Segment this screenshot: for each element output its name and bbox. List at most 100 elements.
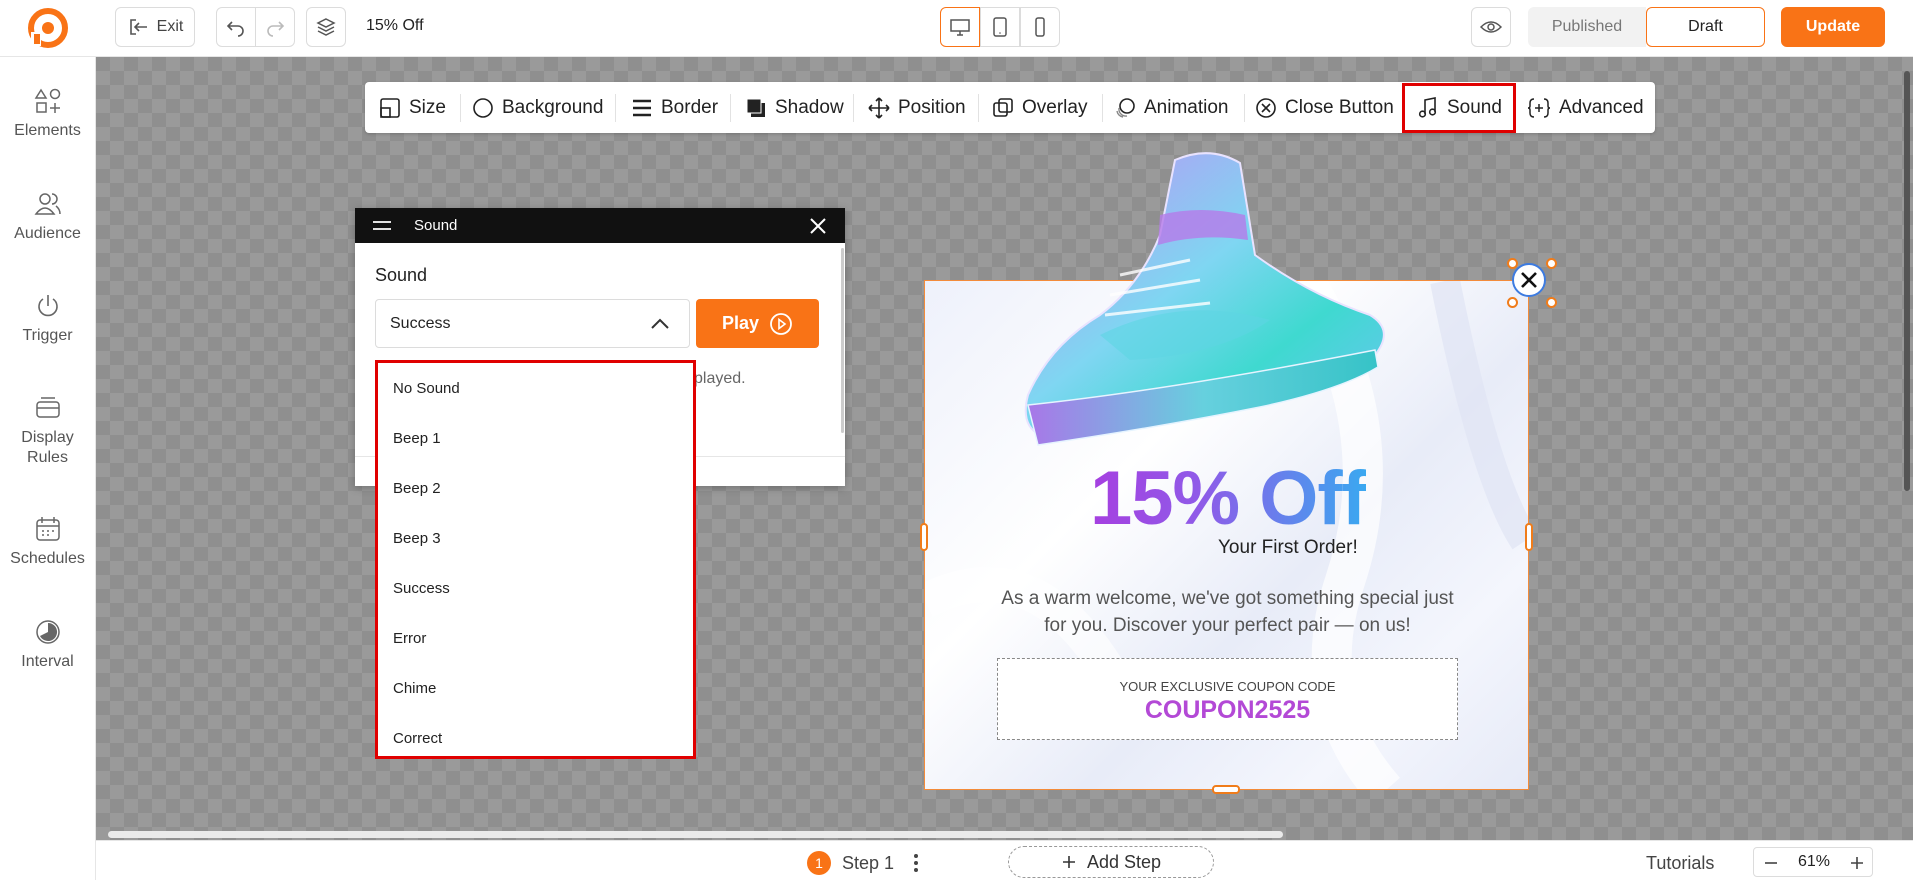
zoom-out-icon[interactable] [1764,856,1778,870]
play-label: Play [721,313,760,333]
sidebar-item-schedules[interactable]: Schedules [0,515,95,569]
play-button[interactable]: Play [696,299,819,348]
toolbar-position[interactable]: Position [868,82,966,133]
sound-option-error[interactable]: Error [393,630,426,647]
toolbar-advanced[interactable]: Advanced [1527,82,1644,133]
toolbar-label: Shadow [775,96,844,118]
tutorials-link[interactable]: Tutorials [1646,853,1714,874]
toolbar-label: Advanced [1559,96,1644,118]
toolbar-animation[interactable]: Animation [1114,82,1229,133]
close-button-circle[interactable] [1512,263,1546,297]
desktop-view-button[interactable] [940,7,980,47]
panel-scrollbar[interactable] [841,248,844,433]
exit-icon [129,19,147,35]
animation-icon [1116,97,1135,118]
sidebar-item-label: Audience [14,225,81,242]
horizontal-scrollbar[interactable] [108,831,1283,838]
sound-option-no-sound[interactable]: No Sound [393,380,460,397]
drag-handle-icon[interactable] [372,218,392,234]
more-vertical-icon[interactable] [912,852,920,874]
toolbar-label: Close Button [1285,96,1394,118]
bottom-bar: 1 Step 1 Add Step Tutorials 61% [96,840,1913,881]
coupon-label: YOUR EXCLUSIVE COUPON CODE [1119,679,1336,694]
toolbar-label: Background [502,96,604,118]
zoom-in-icon[interactable] [1850,856,1864,870]
divider [978,94,979,122]
plus-icon [1062,856,1075,868]
add-step-label: Add Step [1086,851,1162,872]
mobile-view-button[interactable] [1020,7,1060,47]
sidebar-item-display-rules[interactable]: Display Rules [0,394,95,468]
divider [460,94,461,122]
app-logo[interactable] [28,8,68,48]
campaign-name[interactable]: 15% Off [366,17,424,35]
preview-button[interactable] [1471,7,1511,47]
toolbar-label: Sound [1447,97,1502,118]
toolbar-size[interactable]: Size [379,82,446,133]
redo-button[interactable] [255,7,295,47]
sound-select[interactable]: Success [375,299,690,348]
toolbar-close-button[interactable]: Close Button [1255,82,1394,133]
style-toolbar: Size Background Border Shadow Position O… [365,82,1655,133]
overlay-icon [993,97,1013,117]
sidebar-item-interval[interactable]: Interval [0,618,95,672]
toolbar-border[interactable]: Border [631,82,718,133]
close-circle-icon [1256,97,1276,118]
left-sidebar: Elements Audience Trigger Display Rules … [0,57,96,880]
toolbar-background[interactable]: Background [472,82,603,133]
sound-option-chime[interactable]: Chime [393,680,436,697]
divider [1244,94,1245,122]
exit-button[interactable]: Exit [115,7,195,47]
sidebar-item-trigger[interactable]: Trigger [0,292,95,346]
divider [615,94,616,122]
draft-label: Draft [1688,18,1723,35]
sidebar-item-elements[interactable]: Elements [0,87,95,141]
toolbar-sound[interactable]: Sound [1402,83,1516,133]
sound-panel-header[interactable]: Sound [355,208,845,243]
add-step-button[interactable]: Add Step [1008,846,1214,878]
circle-icon [473,97,493,118]
size-icon [380,97,400,118]
popup-headline: 15% Off [1090,456,1367,541]
sidebar-item-audience[interactable]: Audience [0,190,95,244]
sound-option-beep-3[interactable]: Beep 3 [393,530,441,547]
handle-top-right[interactable] [1546,258,1557,269]
published-button[interactable]: Published [1528,7,1646,47]
sound-hint-text: played. [694,370,746,387]
sidebar-item-label: Interval [21,653,74,670]
layers-button[interactable] [306,7,346,47]
divider [730,94,731,122]
sound-option-beep-2[interactable]: Beep 2 [393,480,441,497]
sound-option-success[interactable]: Success [393,580,450,597]
toolbar-overlay[interactable]: Overlay [992,82,1087,133]
resize-handle-bottom[interactable] [1212,785,1240,794]
chevron-up-icon [651,318,669,329]
sidebar-item-label: Display Rules [21,429,74,466]
calendar-icon [35,517,60,541]
toolbar-label: Animation [1144,96,1229,118]
close-icon[interactable] [809,217,827,235]
elements-icon [34,88,60,113]
sound-option-beep-1[interactable]: Beep 1 [393,430,441,447]
logo-icon [28,8,68,48]
sound-option-correct[interactable]: Correct [393,730,442,747]
handle-bottom-left[interactable] [1507,297,1518,308]
sound-panel-title: Sound [414,217,458,234]
undo-icon [226,21,244,37]
update-button[interactable]: Update [1781,7,1885,47]
resize-handle-right[interactable] [1525,523,1533,551]
tablet-view-button[interactable] [980,7,1020,47]
redo-icon [267,21,285,37]
move-icon [868,96,890,119]
vertical-scrollbar[interactable] [1904,71,1910,491]
draft-button[interactable]: Draft [1646,7,1765,47]
resize-handle-left[interactable] [920,523,928,551]
coupon-box[interactable]: YOUR EXCLUSIVE COUPON CODE COUPON2525 [997,658,1458,740]
step-tab[interactable]: Step 1 [842,853,894,874]
popup-close-element[interactable] [1507,258,1557,308]
toolbar-shadow[interactable]: Shadow [745,82,844,133]
undo-button[interactable] [216,7,256,47]
zoom-control: 61% [1753,847,1873,877]
exit-label: Exit [156,18,184,35]
handle-bottom-right[interactable] [1546,297,1557,308]
